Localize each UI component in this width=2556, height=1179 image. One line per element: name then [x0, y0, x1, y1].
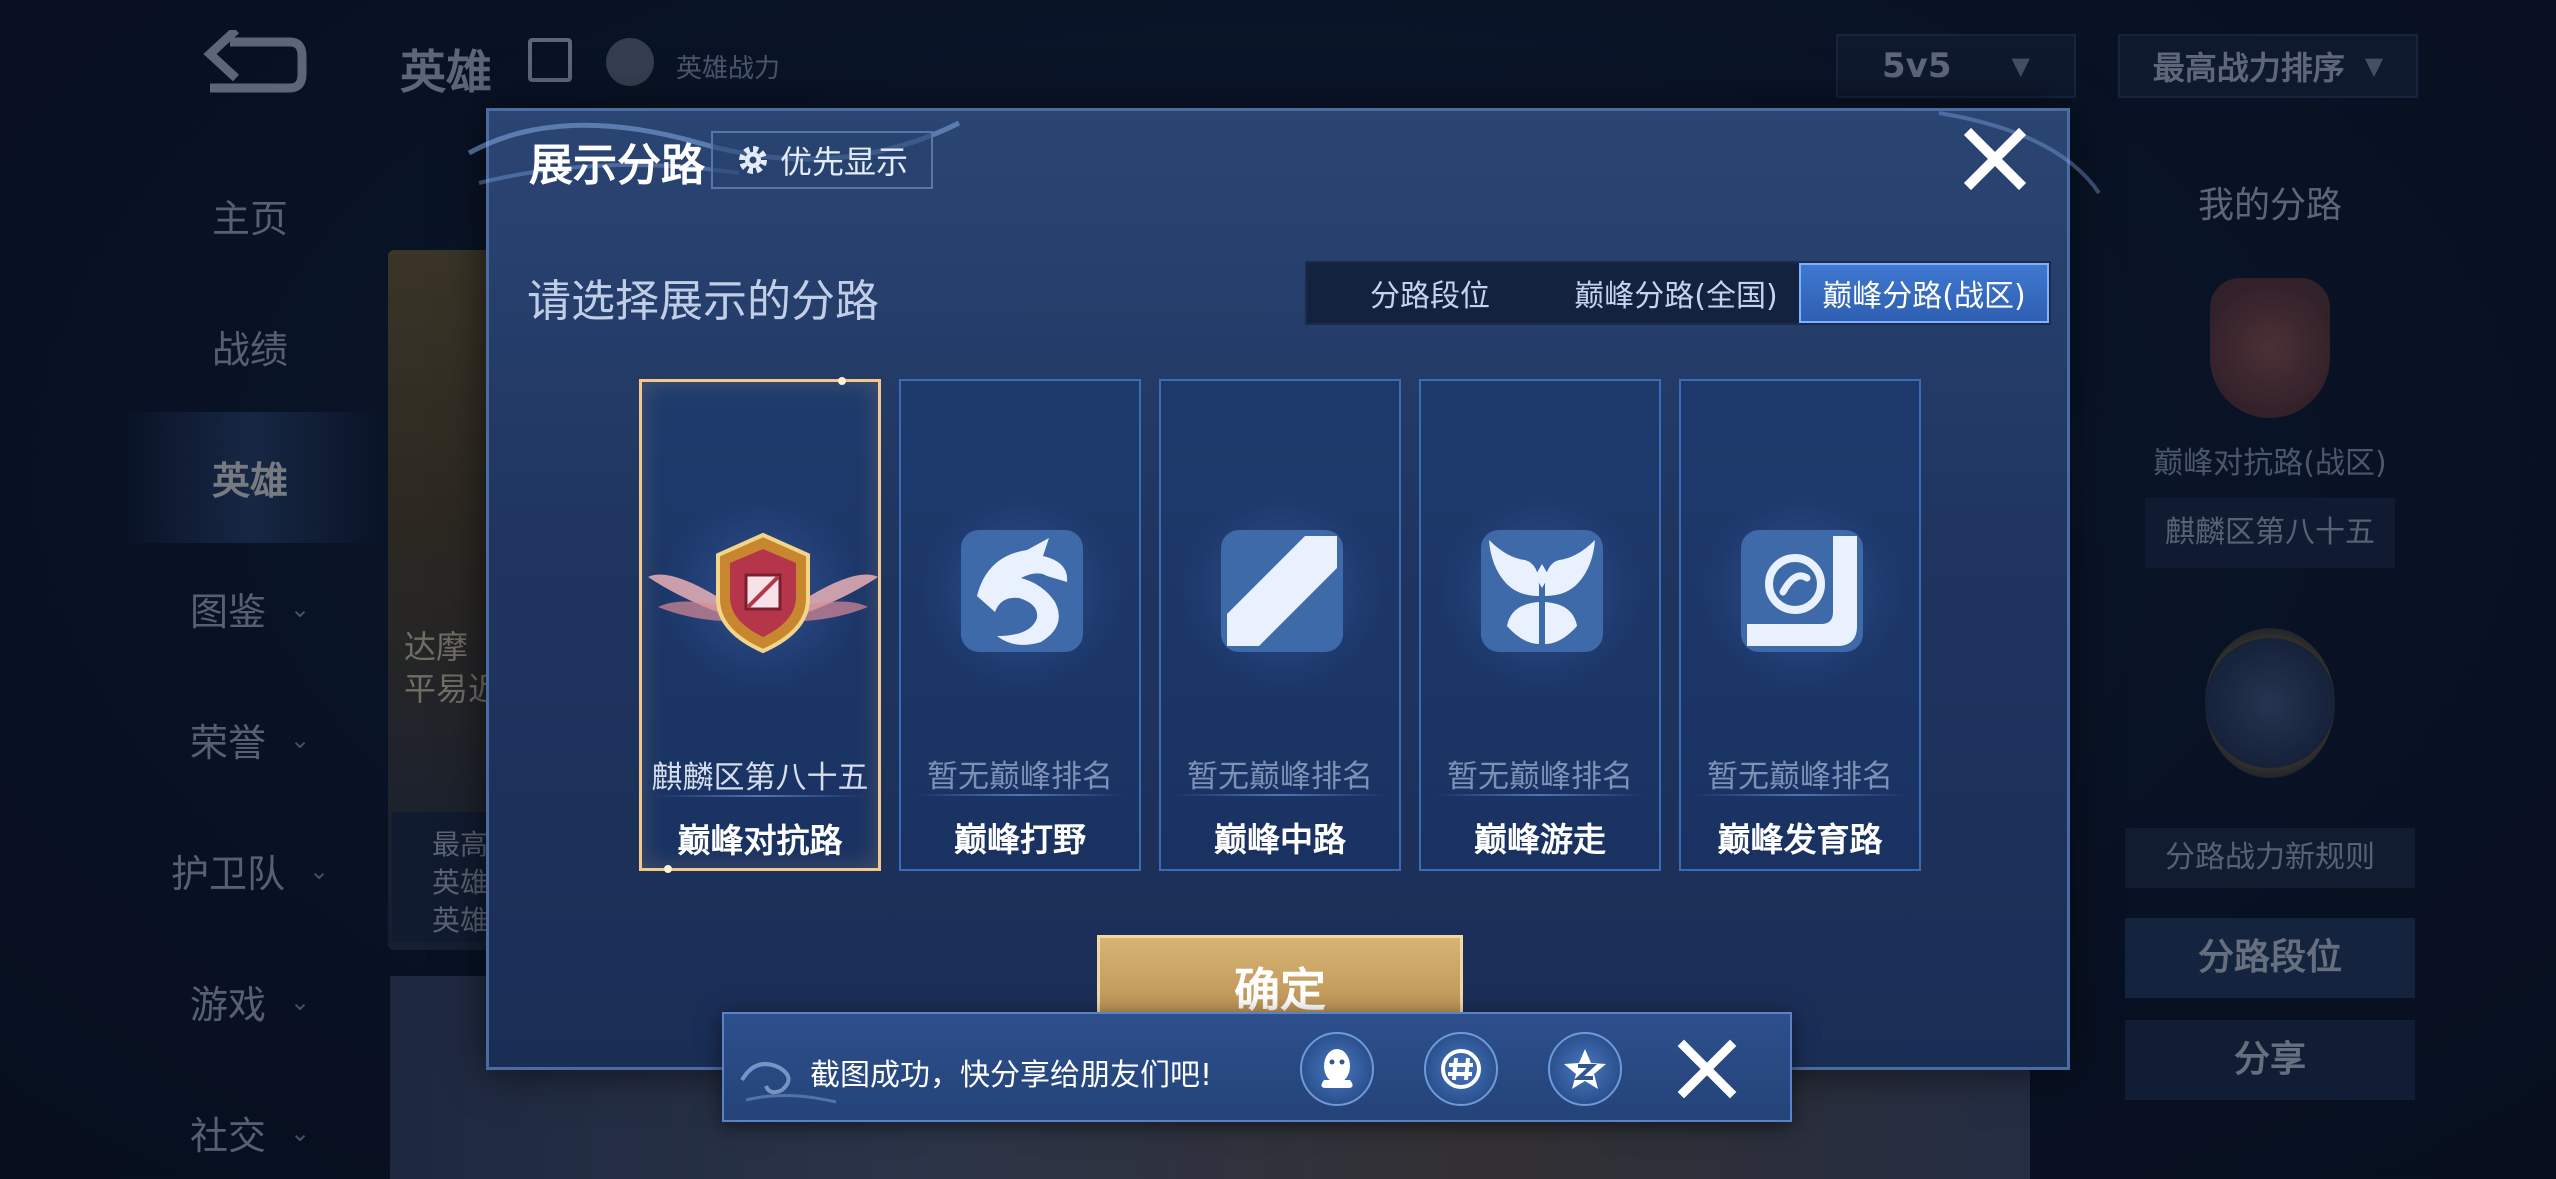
divider [915, 794, 1125, 796]
route-rank-text: 暂无巅峰排名 [1707, 759, 1893, 795]
chevron-down-icon: ⌄ [308, 856, 330, 885]
corner-dot [664, 865, 672, 873]
sidebar-item-home[interactable]: 主页 [120, 150, 380, 281]
toast-message: 截图成功，快分享给朋友们吧! [810, 1058, 1213, 1093]
sidebar-item-social[interactable]: 社交 ⌄ [120, 1067, 380, 1179]
route-rank-text: 暂无巅峰排名 [1447, 759, 1633, 795]
route-card-list: 麒麟区第八十五 巅峰对抗路 暂无巅峰排名 巅峰打野 暂无巅峰排名 巅峰中路 暂无… [639, 377, 1921, 873]
slash-mid-lane-icon [1221, 530, 1343, 652]
sidebar-item-heroes[interactable]: 英雄 [120, 412, 380, 543]
route-name: 巅峰对抗路 [677, 821, 843, 860]
sort-select-value: 最高战力排序 [2152, 49, 2345, 87]
sidebar-nav: 主页 战绩 英雄 图鉴 ⌄ 荣誉 ⌄ 护卫队 ⌄ 游戏 ⌄ 社交 ⌄ [120, 150, 380, 1179]
my-route-rank: 麒麟区第八十五 [2145, 498, 2395, 568]
qzone-icon [1564, 1049, 1606, 1089]
route-card-peak-jungle[interactable]: 暂无巅峰排名 巅峰打野 [899, 379, 1141, 871]
bottom-lane-icon [1741, 530, 1863, 652]
my-route-name: 巅峰对抗路(战区) [2153, 446, 2387, 481]
route-rank-text: 暂无巅峰排名 [1187, 759, 1373, 795]
sidebar-item-label: 主页 [211, 197, 288, 241]
page-title: 英雄 [400, 45, 492, 99]
wings-roam-icon [1481, 530, 1603, 652]
route-rank-text: 暂无巅峰排名 [927, 759, 1113, 795]
route-name: 巅峰游走 [1474, 820, 1606, 859]
chevron-down-icon: ⌄ [289, 987, 311, 1016]
mode-select[interactable]: 5v5 ▼ [1836, 34, 2076, 98]
route-rule-button[interactable]: 分路战力新规则 [2125, 828, 2415, 888]
mode-select-value: 5v5 [1882, 46, 1952, 86]
route-rank-text: 麒麟区第八十五 [651, 760, 869, 796]
route-display-dialog: 展示分路 优先显示 请选择展示的分路 分路段位 巅峰分路(全国) 巅峰分路(战区… [467, 108, 2101, 1070]
share-qzone-button[interactable] [1548, 1032, 1622, 1106]
priority-display-label: 优先显示 [779, 143, 908, 181]
dialog-title: 展示分路 [529, 140, 705, 191]
tab-route-rank[interactable]: 分路段位 [1307, 263, 1553, 323]
corner-dot [838, 377, 846, 385]
route-name: 巅峰打野 [954, 820, 1086, 859]
route-select-prompt: 请选择展示的分路 [527, 276, 879, 327]
winged-shield-emblem-icon [648, 532, 878, 654]
close-icon[interactable] [1961, 125, 2029, 193]
divider [1175, 794, 1385, 796]
qq-icon [1321, 1049, 1353, 1088]
sidebar-item-label: 战绩 [211, 328, 288, 372]
priority-display-button[interactable]: 优先显示 [711, 131, 933, 189]
route-type-tabs: 分路段位 巅峰分路(全国) 巅峰分路(战区) [1305, 261, 2051, 325]
sidebar-item-label: 荣誉 [189, 721, 266, 765]
dragon-jungle-icon [961, 530, 1083, 652]
tab-peak-national[interactable]: 巅峰分路(全国) [1553, 263, 1799, 323]
my-route-title: 我的分路 [2197, 185, 2342, 226]
route-card-peak-roam[interactable]: 暂无巅峰排名 巅峰游走 [1419, 379, 1661, 871]
share-button[interactable]: 分享 [2125, 1020, 2415, 1100]
sidebar-item-codex[interactable]: 图鉴 ⌄ [120, 543, 380, 674]
sidebar-item-record[interactable]: 战绩 [120, 281, 380, 412]
tab-peak-region[interactable]: 巅峰分路(战区) [1799, 263, 2049, 323]
sidebar-item-label: 护卫队 [170, 852, 285, 896]
chevron-down-icon: ⌄ [289, 594, 311, 623]
sidebar-item-games[interactable]: 游戏 ⌄ [120, 936, 380, 1067]
sidebar-item-guard[interactable]: 护卫队 ⌄ [120, 805, 380, 936]
route-card-peak-bottom[interactable]: 暂无巅峰排名 巅峰发育路 [1679, 379, 1921, 871]
chevron-down-icon: ▼ [2011, 52, 2030, 80]
divider [656, 795, 864, 797]
route-emblem-icon [2210, 278, 2330, 418]
route-name: 巅峰发育路 [1717, 820, 1883, 859]
share-qq-button[interactable] [1300, 1032, 1374, 1106]
sidebar-item-label: 社交 [189, 1114, 266, 1158]
chevron-down-icon: ▼ [2364, 52, 2384, 80]
list-icon[interactable] [528, 38, 572, 82]
sort-select[interactable]: 最高战力排序 ▼ [2118, 34, 2418, 98]
sidebar-item-label: 图鉴 [189, 590, 266, 634]
hero-power-label: 英雄战力 [676, 54, 781, 84]
sidebar-item-label: 游戏 [189, 983, 266, 1027]
route-card-peak-top[interactable]: 麒麟区第八十五 巅峰对抗路 [639, 377, 881, 873]
chevron-down-icon: ⌄ [289, 1118, 311, 1147]
hero-avatar [606, 38, 654, 86]
route-name: 巅峰中路 [1214, 820, 1346, 859]
close-icon[interactable] [1674, 1036, 1740, 1102]
chevron-down-icon: ⌄ [289, 725, 311, 754]
my-route-panel: 我的分路 巅峰对抗路(战区) 麒麟区第八十五 分路战力新规则 分路段位 分享 [2120, 150, 2420, 1100]
gear-icon [738, 146, 767, 174]
route-rank-emblem-icon [2205, 628, 2335, 778]
sidebar-item-label: 英雄 [211, 459, 288, 503]
route-card-peak-mid[interactable]: 暂无巅峰排名 巅峰中路 [1159, 379, 1401, 871]
divider [1435, 794, 1645, 796]
wechat-moments-icon [1441, 1049, 1481, 1089]
divider [1695, 794, 1905, 796]
back-arrow-icon[interactable] [190, 30, 310, 100]
route-rank-button[interactable]: 分路段位 [2125, 918, 2415, 998]
screenshot-share-toast: 截图成功，快分享给朋友们吧! [722, 1012, 1792, 1122]
share-moments-button[interactable] [1424, 1032, 1498, 1106]
sidebar-item-honor[interactable]: 荣誉 ⌄ [120, 674, 380, 805]
